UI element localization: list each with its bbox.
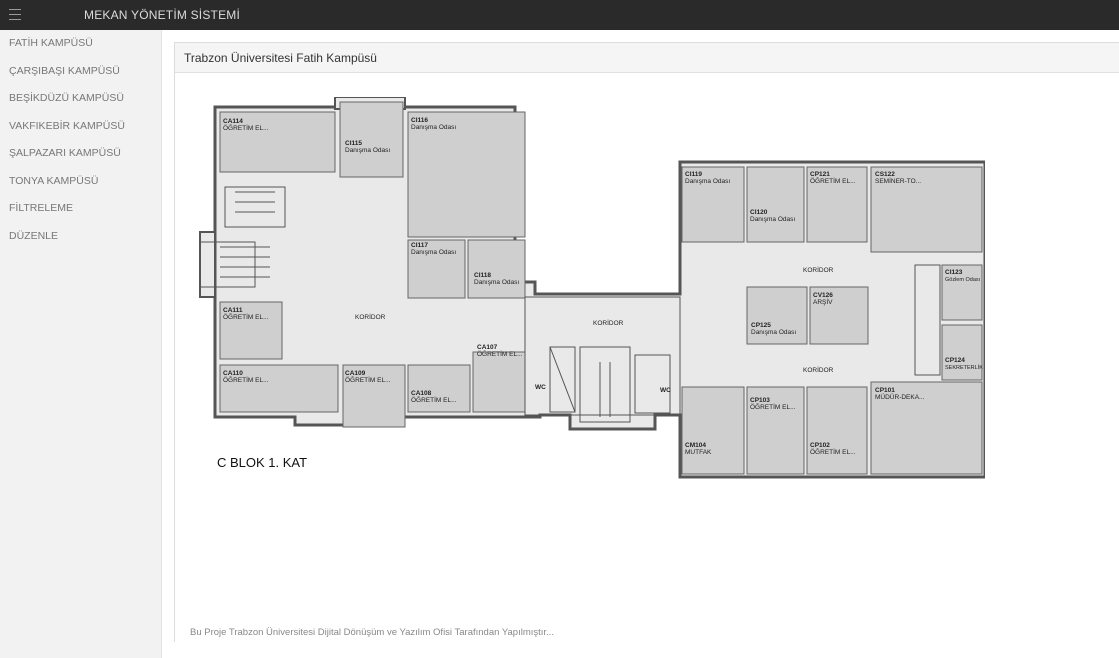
room-cm104[interactable] <box>681 386 745 475</box>
room-type-ci115: Danışma Odası <box>345 147 390 154</box>
room-code-ci118: CI118 <box>474 272 491 279</box>
room-type-cp121: ÖĞRETİM EL... <box>810 176 856 185</box>
room-code-cs122: CS122 <box>875 171 895 178</box>
room-type-cp124: SEKRETERLİK <box>945 364 983 371</box>
room-type-cp102: ÖĞRETİM EL... <box>810 447 856 456</box>
room-type-cp125: Danışma Odası <box>751 329 796 336</box>
room-code-cp124: CP124 <box>945 357 965 364</box>
room-type-cs122: SEMİNER-TO... <box>875 176 921 185</box>
room-cp124[interactable] <box>941 324 983 381</box>
sidebar-item-salpazari[interactable]: ŞALPAZARI KAMPÜSÜ <box>0 140 161 168</box>
corridor-label-east-top: KORİDOR <box>803 265 834 274</box>
sidebar-item-duzenle[interactable]: DÜZENLE <box>0 223 161 251</box>
room-type-ci119: Danışma Odası <box>685 178 730 185</box>
room-code-ca110: CA110 <box>223 370 243 377</box>
footer-text: Bu Proje Trabzon Üniversitesi Dijital Dö… <box>190 627 554 638</box>
room-cp102[interactable] <box>806 386 868 475</box>
sidebar: FATİH KAMPÜSÜ ÇARŞIBAŞI KAMPÜSÜ BEŞİKDÜZ… <box>0 30 162 658</box>
room-type-cp101: MÜDÜR-DEKA... <box>875 393 925 401</box>
corridor-label-east-bottom: KORİDOR <box>803 365 834 374</box>
corridor-label-center: KORİDOR <box>593 318 624 327</box>
room-type-ci123: Gözlem Odası <box>945 277 980 283</box>
sidebar-item-tonya[interactable]: TONYA KAMPÜSÜ <box>0 168 161 196</box>
room-code-ci120: CI120 <box>750 209 768 216</box>
app-title: MEKAN YÖNETİM SİSTEMİ <box>84 8 240 22</box>
room-type-ci117: Danışma Odası <box>411 249 456 256</box>
room-code-cv126: CV126 <box>813 292 833 299</box>
menu-toggle-icon[interactable] <box>9 9 21 20</box>
room-code-cp101: CP101 <box>875 387 895 394</box>
sidebar-item-carsibasi[interactable]: ÇARŞIBAŞI KAMPÜSÜ <box>0 58 161 86</box>
panel-title: Trabzon Üniversitesi Fatih Kampüsü <box>175 43 1119 73</box>
wc-label-2: WC <box>660 387 671 394</box>
room-code-ca109: CA109 <box>345 370 366 377</box>
room-code-ca108: CA108 <box>411 390 432 397</box>
main-content: Trabzon Üniversitesi Fatih Kampüsü CA114… <box>162 30 1119 658</box>
room-type-ca111: ÖĞRETİM EL... <box>223 312 269 321</box>
room-code-ci115: CI115 <box>345 140 362 147</box>
floor-label: C BLOK 1. KAT <box>217 455 307 470</box>
sidebar-item-fatih[interactable]: FATİH KAMPÜSÜ <box>0 30 161 58</box>
sidebar-item-besikduzu[interactable]: BEŞİKDÜZÜ KAMPÜSÜ <box>0 85 161 113</box>
room-type-cp103: ÖĞRETİM EL... <box>750 402 796 411</box>
room-code-ca111: CA111 <box>223 307 243 314</box>
room-code-ca107: CA107 <box>477 344 498 351</box>
room-type-ca109: ÖĞRETİM EL... <box>345 375 391 384</box>
room-code-ca114: CA114 <box>223 118 243 125</box>
room-code-cp121: CP121 <box>810 171 830 178</box>
room-code-ci117: CI117 <box>411 242 428 249</box>
corridor-label-west: KORİDOR <box>355 312 386 321</box>
room-code-ci119: CI119 <box>685 171 702 178</box>
floor-plan: CA114 ÖĞRETİM EL... CI115 Danışma Odası … <box>199 97 985 479</box>
room-type-ci118: Danışma Odası <box>474 279 519 286</box>
top-bar: MEKAN YÖNETİM SİSTEMİ <box>0 0 1119 30</box>
wc-label-1: WC <box>535 384 546 391</box>
room-code-ci116: CI116 <box>411 117 428 124</box>
room-type-ca110: ÖĞRETİM EL... <box>223 375 269 384</box>
room-type-ci116: Danışma Odası <box>411 124 456 131</box>
room-ca108[interactable] <box>407 364 471 413</box>
room-type-ca107: ÖĞRETİM EL... <box>477 349 523 358</box>
sidebar-item-filtreleme[interactable]: FİLTRELEME <box>0 195 161 223</box>
room-type-ca108: ÖĞRETİM EL... <box>411 395 457 404</box>
room-code-cp125: CP125 <box>751 322 771 329</box>
room-type-cv126: ARŞİV <box>813 297 833 306</box>
room-ca107[interactable] <box>472 351 526 413</box>
room-type-ca114: ÖĞRETİM EL... <box>223 123 269 132</box>
room-ci118[interactable] <box>467 239 526 299</box>
room-code-cp102: CP102 <box>810 442 830 449</box>
room-type-cm104: MUTFAK <box>685 449 712 456</box>
room-code-ci123: CI123 <box>945 269 963 276</box>
room-ci120[interactable] <box>746 166 805 243</box>
room-code-cm104: CM104 <box>685 442 706 449</box>
campus-panel: Trabzon Üniversitesi Fatih Kampüsü CA114… <box>174 42 1119 642</box>
sidebar-item-vakfikebir[interactable]: VAKFIKEBİR KAMPÜSÜ <box>0 113 161 141</box>
room-code-cp103: CP103 <box>750 397 770 404</box>
room-type-ci120: Danışma Odası <box>750 216 795 223</box>
